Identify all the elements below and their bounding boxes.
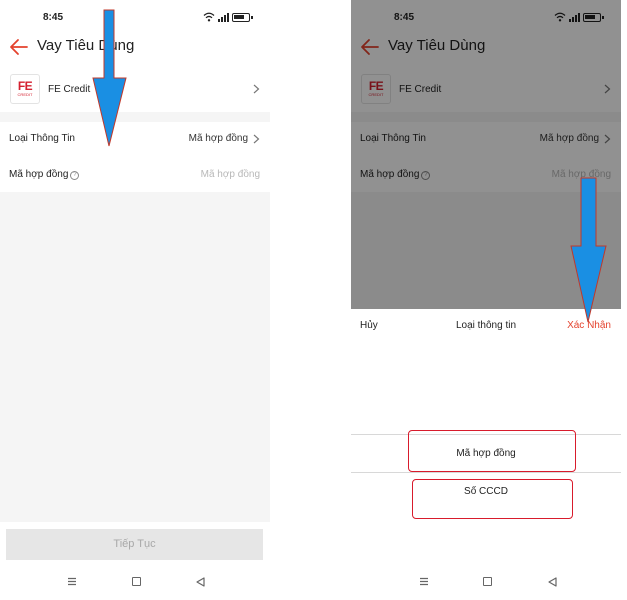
section-divider bbox=[0, 112, 270, 122]
logo-subtext: CREDIT bbox=[17, 92, 33, 97]
provider-row[interactable]: FE CREDIT FE Credit bbox=[0, 68, 270, 110]
chevron-right-icon bbox=[253, 134, 260, 144]
comparison-canvas: 8:45 Vay Tiêu Dùng FE CREDIT FE Credit L… bbox=[0, 0, 627, 600]
contract-number-input[interactable]: Mã hợp đồng bbox=[201, 169, 260, 180]
nav-back-icon[interactable] bbox=[196, 577, 205, 587]
chevron-right-icon bbox=[253, 84, 260, 94]
wifi-icon bbox=[203, 12, 215, 22]
info-icon[interactable]: ? bbox=[70, 171, 80, 180]
home-icon[interactable] bbox=[483, 577, 492, 586]
system-nav-bar bbox=[0, 566, 270, 600]
picker-selection-line-bottom bbox=[351, 472, 621, 473]
provider-name: FE Credit bbox=[48, 84, 91, 95]
signal-icon bbox=[218, 12, 229, 22]
cancel-button[interactable]: Hủy bbox=[360, 320, 378, 331]
nav-back-icon[interactable] bbox=[548, 577, 557, 587]
status-bar: 8:45 bbox=[0, 0, 270, 34]
annotation-arrow-down-icon bbox=[570, 177, 607, 323]
status-icons bbox=[203, 12, 253, 22]
info-type-label: Loại Thông Tin bbox=[9, 133, 75, 144]
app-header: Vay Tiêu Dùng bbox=[0, 34, 270, 64]
info-type-value: Mã hợp đồng bbox=[188, 133, 248, 144]
phone-screen-left: 8:45 Vay Tiêu Dùng FE CREDIT FE Credit L… bbox=[0, 0, 270, 600]
battery-icon bbox=[232, 12, 253, 22]
home-icon[interactable] bbox=[132, 577, 141, 586]
back-arrow-icon[interactable] bbox=[9, 38, 29, 56]
status-time: 8:45 bbox=[43, 12, 64, 23]
annotation-highlight-contract-option bbox=[408, 430, 576, 472]
fe-credit-logo: FE CREDIT bbox=[10, 74, 40, 104]
contract-number-label: Mã hợp đồng? bbox=[9, 169, 80, 180]
system-nav-bar bbox=[351, 566, 621, 600]
continue-button[interactable]: Tiếp Tục bbox=[6, 529, 263, 560]
logo-text: FE bbox=[17, 79, 33, 93]
annotation-arrow-down-icon bbox=[92, 9, 127, 147]
contract-number-row: Mã hợp đồng? Mã hợp đồng bbox=[0, 158, 270, 192]
menu-icon[interactable] bbox=[67, 577, 77, 586]
menu-icon[interactable] bbox=[419, 577, 429, 586]
annotation-highlight-citizen-id-option bbox=[412, 479, 573, 519]
info-type-row[interactable]: Loại Thông Tin Mã hợp đồng bbox=[0, 122, 270, 156]
content-background bbox=[0, 192, 270, 522]
contract-label-text: Mã hợp đồng bbox=[9, 169, 69, 180]
